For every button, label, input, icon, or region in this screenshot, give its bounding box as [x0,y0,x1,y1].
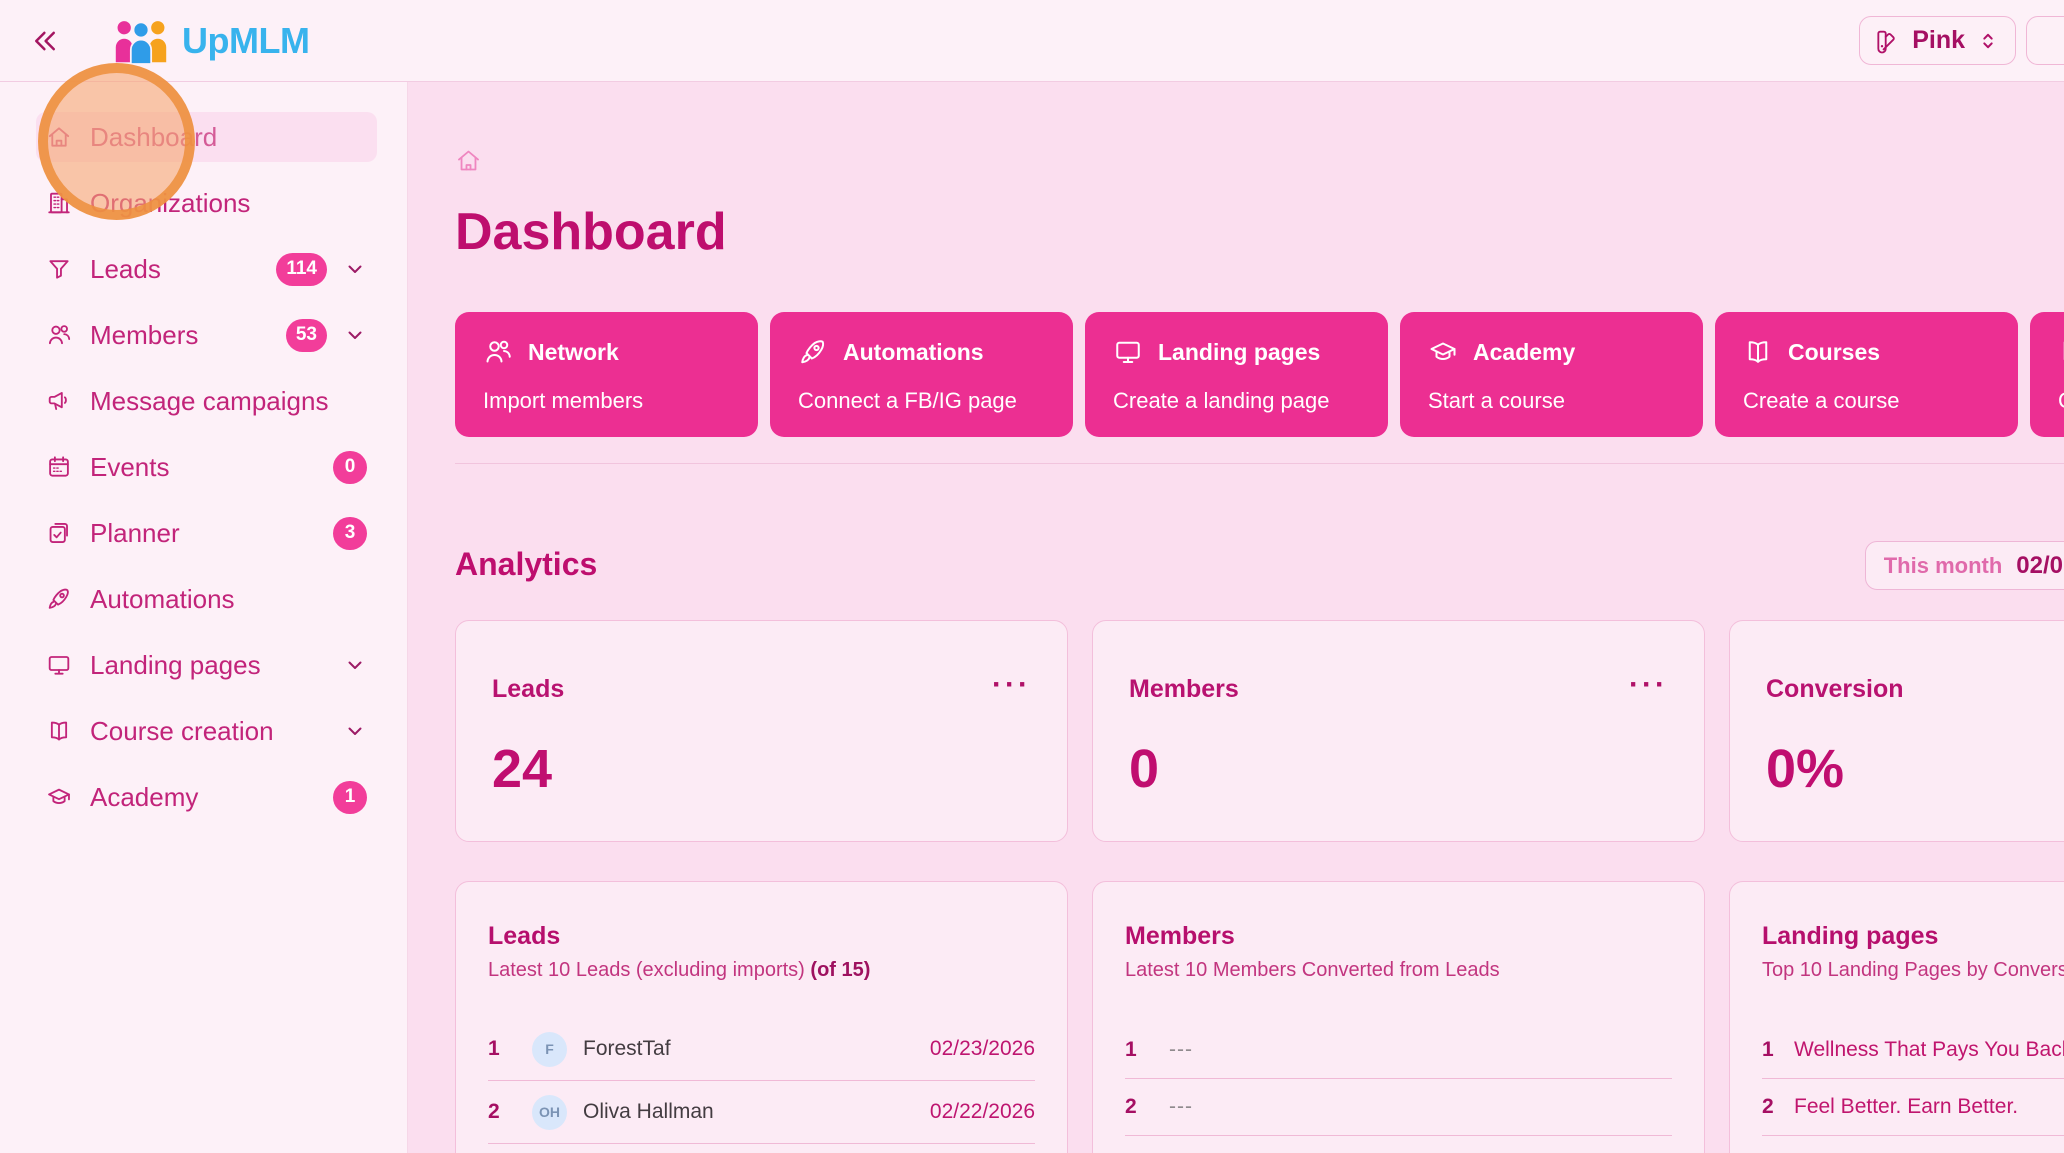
sidebar-item-organizations[interactable]: Organizations [36,178,377,228]
planner-count-badge: 3 [333,517,367,550]
leads-list-card: Leads Latest 10 Leads (excluding imports… [455,881,1068,1153]
select-chevrons-icon [1977,30,1999,52]
analytics-section-title: Analytics [455,546,597,583]
app-window: UpMLM Pink Dashboard Organizations [0,0,2064,1153]
chevron-down-icon[interactable] [343,257,367,281]
sidebar-item-landing-pages[interactable]: Landing pages [36,640,377,690]
app-logo: UpMLM [112,18,309,64]
top-header: UpMLM Pink [0,0,2064,82]
sidebar-item-academy[interactable]: Academy 1 [36,772,377,822]
quick-action-landing-pages[interactable]: Landing pages Create a landing page [1085,312,1388,437]
members-count-badge: 53 [286,319,327,352]
ellipsis-menu-icon[interactable]: ··· [1629,675,1668,695]
avatar: OH [532,1095,567,1130]
events-count-badge: 0 [333,451,367,484]
swatch-icon [1874,28,1900,54]
quick-action-partial[interactable]: C [2030,312,2064,437]
landing-page-list-item[interactable]: 1 Wellness That Pays You Back [1762,1022,2064,1079]
main-content: Dashboard Network Import members Automat… [409,81,2064,1153]
funnel-icon [46,256,72,282]
members-list-card: Members Latest 10 Members Converted from… [1092,881,1705,1153]
analytics-header: Analytics This month 02/0 [455,541,2064,588]
quick-actions-row: Network Import members Automations Conne… [455,312,2064,437]
home-icon [46,124,72,150]
section-divider [455,463,2064,464]
sidebar-item-message-campaigns[interactable]: Message campaigns [36,376,377,426]
stat-card-members: Members ··· 0 [1092,620,1705,842]
rocket-icon [798,337,828,367]
collapse-sidebar-icon[interactable] [30,26,60,56]
card-icon [2058,337,2064,367]
academy-count-badge: 1 [333,781,367,814]
quick-action-courses[interactable]: Courses Create a course [1715,312,2018,437]
sidebar-item-automations[interactable]: Automations [36,574,377,624]
graduation-cap-icon [46,784,72,810]
users-icon [483,337,513,367]
leads-stat-value: 24 [492,738,1031,800]
sidebar: Dashboard Organizations Leads 114 Member… [0,81,408,1153]
quick-action-network[interactable]: Network Import members [455,312,758,437]
monitor-icon [46,652,72,678]
sidebar-item-leads[interactable]: Leads 114 [36,244,377,294]
calendar-icon [46,454,72,480]
analytics-stats-row: Leads ··· 24 Members ··· 0 Conversion 0% [455,620,2064,842]
book-icon [46,718,72,744]
quick-action-automations[interactable]: Automations Connect a FB/IG page [770,312,1073,437]
chevron-down-icon[interactable] [343,653,367,677]
lead-list-item[interactable]: 2 OH Oliva Hallman 02/22/2026 [488,1081,1035,1144]
stat-card-conversion: Conversion 0% [1729,620,2064,842]
ellipsis-menu-icon[interactable]: ··· [992,675,1031,695]
members-stat-value: 0 [1129,738,1668,800]
building-icon [46,190,72,216]
conversion-stat-value: 0% [1766,738,2064,800]
header-partial-button[interactable] [2026,16,2064,65]
member-list-item: 1 --- [1125,1022,1672,1079]
users-icon [46,322,72,348]
rocket-icon [46,586,72,612]
sidebar-item-course-creation[interactable]: Course creation [36,706,377,756]
sidebar-item-planner[interactable]: Planner 3 [36,508,377,558]
app-title: UpMLM [182,20,309,62]
sidebar-item-members[interactable]: Members 53 [36,310,377,360]
landing-page-list-item[interactable]: 2 Feel Better. Earn Better. [1762,1079,2064,1136]
theme-select-button[interactable]: Pink [1859,16,2016,65]
stat-card-leads: Leads ··· 24 [455,620,1068,842]
book-icon [1743,337,1773,367]
landing-pages-list-card: Landing pages Top 10 Landing Pages by Co… [1729,881,2064,1153]
theme-label: Pink [1912,26,1965,55]
quick-action-academy[interactable]: Academy Start a course [1400,312,1703,437]
monitor-icon [1113,337,1143,367]
clipboard-check-icon [46,520,72,546]
period-select-button[interactable]: This month 02/0 [1865,541,2064,590]
lead-list-item[interactable]: 1 F ForestTaf 02/23/2026 [488,1018,1035,1081]
upmlm-logo-icon [112,18,170,64]
avatar: F [532,1032,567,1067]
leads-count-badge: 114 [276,253,327,286]
member-list-item: 2 --- [1125,1079,1672,1136]
chevron-down-icon[interactable] [343,323,367,347]
chevron-down-icon[interactable] [343,719,367,743]
sidebar-item-events[interactable]: Events 0 [36,442,377,492]
graduation-cap-icon [1428,337,1458,367]
analytics-lists-row: Leads Latest 10 Leads (excluding imports… [455,881,2064,1153]
breadcrumb-home-icon[interactable] [455,147,2064,174]
page-title: Dashboard [455,204,2064,260]
megaphone-icon [46,388,72,414]
header-actions: Pink [1859,16,2064,65]
sidebar-item-dashboard[interactable]: Dashboard [36,112,377,162]
